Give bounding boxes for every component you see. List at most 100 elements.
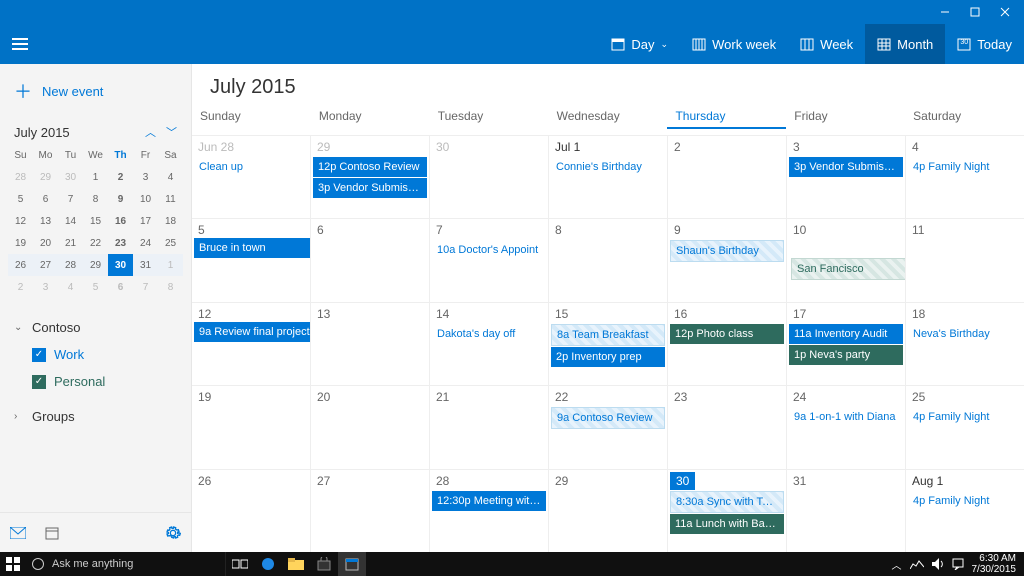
mini-day-cell[interactable]: 21 (58, 232, 83, 254)
calendar-event[interactable]: 3p Vendor Submissions (789, 157, 903, 177)
day-cell[interactable]: 2812:30p Meeting with M (430, 470, 549, 552)
tray-chevron-up-icon[interactable]: ︿ (892, 557, 902, 572)
calendar-event[interactable]: 4p Family Night (908, 157, 1022, 177)
mini-day-cell[interactable]: 11 (158, 188, 183, 210)
mini-day-cell[interactable]: 31 (133, 254, 158, 276)
day-cell[interactable]: 308:30a Sync with Tony11a Lunch with Bar… (668, 470, 787, 552)
day-cell[interactable]: 2912p Contoso Review3p Vendor Submission… (311, 136, 430, 218)
taskbar-store-icon[interactable] (310, 552, 338, 576)
view-today-button[interactable]: 30 Today (945, 24, 1024, 64)
view-day-button[interactable]: Day ⌄ (599, 24, 680, 64)
mini-day-cell[interactable]: 17 (133, 210, 158, 232)
mini-day-cell[interactable]: 4 (158, 166, 183, 188)
mini-day-cell[interactable]: 1 (83, 166, 108, 188)
mini-day-cell[interactable]: 15 (83, 210, 108, 232)
mini-day-cell[interactable]: 14 (58, 210, 83, 232)
day-cell[interactable]: 10San Fancisco (787, 219, 906, 301)
mini-day-cell[interactable]: 25 (158, 232, 183, 254)
mini-day-cell[interactable]: 27 (33, 254, 58, 276)
mini-day-cell[interactable]: 24 (133, 232, 158, 254)
calendar-icon[interactable] (44, 525, 60, 541)
day-cell[interactable]: 710a Doctor's Appoint (430, 219, 549, 301)
start-button[interactable] (0, 552, 26, 576)
task-view-button[interactable] (226, 552, 254, 576)
mini-day-cell[interactable]: 29 (33, 166, 58, 188)
calendar-event[interactable]: 3p Vendor Submissions (313, 178, 427, 198)
day-cell[interactable]: 27 (311, 470, 430, 552)
settings-gear-icon[interactable] (165, 525, 181, 541)
mini-day-cell[interactable]: 30 (108, 254, 133, 276)
mini-day-cell[interactable]: 10 (133, 188, 158, 210)
mini-day-cell[interactable]: 18 (158, 210, 183, 232)
mini-day-cell[interactable]: 3 (33, 276, 58, 298)
calendar-event[interactable]: Shaun's Birthday (670, 240, 784, 262)
day-cell[interactable]: 229a Contoso Review (549, 386, 668, 468)
day-cell[interactable]: 11 (906, 219, 1024, 301)
day-cell[interactable]: 2 (668, 136, 787, 218)
day-cell[interactable]: 1612p Photo class (668, 303, 787, 385)
calendar-event[interactable]: 8a Team Breakfast (551, 324, 665, 346)
account-groups[interactable]: ›Groups (14, 403, 177, 430)
mini-next-button[interactable]: ﹀ (166, 124, 177, 140)
tray-notifications-icon[interactable] (952, 558, 964, 570)
mini-prev-button[interactable]: ︿ (145, 124, 156, 140)
calendar-event[interactable]: 8:30a Sync with Tony (670, 491, 784, 513)
mini-day-cell[interactable]: 28 (58, 254, 83, 276)
day-cell[interactable]: 21 (430, 386, 549, 468)
mini-day-cell[interactable]: 22 (83, 232, 108, 254)
day-cell[interactable]: 14Dakota's day off (430, 303, 549, 385)
day-cell[interactable]: 158a Team Breakfast2p Inventory prep (549, 303, 668, 385)
calendar-grid[interactable]: Jun 28Clean up2912p Contoso Review3p Ven… (192, 135, 1024, 552)
mini-day-cell[interactable]: 1 (158, 254, 183, 276)
mini-day-cell[interactable]: 2 (8, 276, 33, 298)
window-maximize-button[interactable] (960, 0, 990, 24)
mini-day-cell[interactable]: 8 (158, 276, 183, 298)
mini-day-cell[interactable]: 29 (83, 254, 108, 276)
calendar-event[interactable]: 4p Family Night (908, 491, 1022, 511)
mini-day-cell[interactable]: 13 (33, 210, 58, 232)
calendar-event[interactable]: 9a 1-on-1 with Diana (789, 407, 903, 427)
taskbar-clock[interactable]: 6:30 AM 7/30/2015 (972, 553, 1017, 575)
calendar-event[interactable]: Connie's Birthday (551, 157, 665, 177)
tray-volume-icon[interactable] (932, 558, 944, 570)
day-cell[interactable]: 18Neva's Birthday (906, 303, 1024, 385)
day-cell[interactable]: 20 (311, 386, 430, 468)
mini-day-cell[interactable]: 7 (133, 276, 158, 298)
calendar-event[interactable]: Dakota's day off (432, 324, 546, 344)
window-minimize-button[interactable] (930, 0, 960, 24)
mini-day-cell[interactable]: 5 (8, 188, 33, 210)
mini-day-cell[interactable]: 6 (108, 276, 133, 298)
calendar-event[interactable]: 12p Photo class (670, 324, 784, 344)
mini-day-cell[interactable]: 9 (108, 188, 133, 210)
day-cell[interactable]: 26 (192, 470, 311, 552)
day-cell[interactable]: 249a 1-on-1 with Diana (787, 386, 906, 468)
taskbar-calendar-icon[interactable] (338, 552, 366, 576)
new-event-button[interactable]: ＋ New event (0, 64, 191, 118)
account-contoso[interactable]: ⌄Contoso (14, 314, 177, 341)
day-cell[interactable]: 9Shaun's Birthday (668, 219, 787, 301)
mini-day-cell[interactable]: 5 (83, 276, 108, 298)
calendar-work-toggle[interactable]: ✓Work (14, 341, 177, 368)
taskbar-search[interactable]: Ask me anything (26, 552, 226, 576)
mini-day-cell[interactable]: 3 (133, 166, 158, 188)
view-month-button[interactable]: Month (865, 24, 945, 64)
calendar-event[interactable]: 12:30p Meeting with M (432, 491, 546, 511)
mini-day-cell[interactable]: 20 (33, 232, 58, 254)
view-week-button[interactable]: Week (788, 24, 865, 64)
mini-calendar[interactable]: SuMoTuWeThFrSa28293012345678910111213141… (0, 144, 191, 306)
window-close-button[interactable] (990, 0, 1020, 24)
day-cell[interactable]: 5Bruce in town (192, 219, 311, 301)
taskbar-edge-icon[interactable] (254, 552, 282, 576)
mini-day-cell[interactable]: 2 (108, 166, 133, 188)
day-cell[interactable]: 1711a Inventory Audit1p Neva's party (787, 303, 906, 385)
view-workweek-button[interactable]: Work week (680, 24, 788, 64)
day-cell[interactable]: 44p Family Night (906, 136, 1024, 218)
day-cell[interactable]: 8 (549, 219, 668, 301)
mini-day-cell[interactable]: 19 (8, 232, 33, 254)
day-cell[interactable]: Jun 28Clean up (192, 136, 311, 218)
taskbar-file-explorer-icon[interactable] (282, 552, 310, 576)
calendar-event[interactable]: 11a Inventory Audit (789, 324, 903, 344)
mini-day-cell[interactable]: 12 (8, 210, 33, 232)
mini-day-cell[interactable]: 23 (108, 232, 133, 254)
day-cell[interactable]: 30 (430, 136, 549, 218)
